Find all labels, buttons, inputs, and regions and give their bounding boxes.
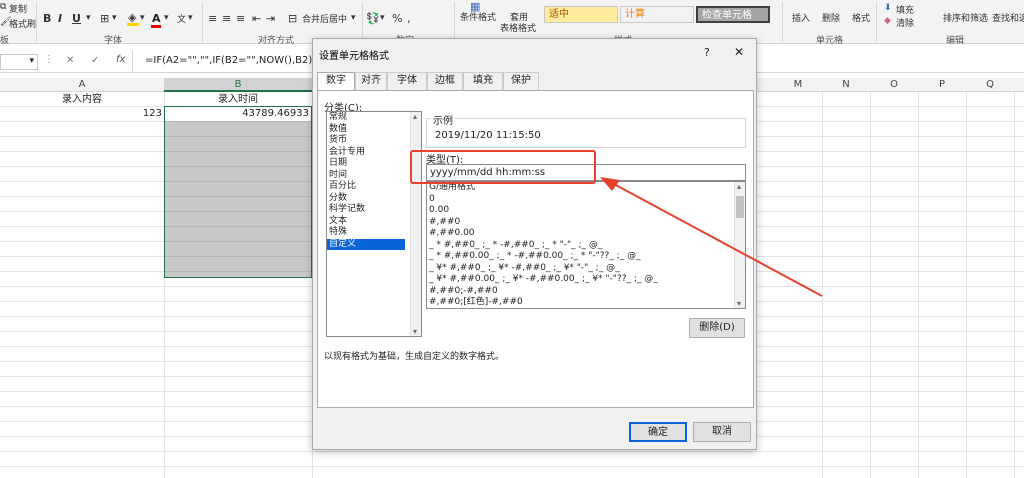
annotation-arrow-icon	[600, 177, 823, 297]
